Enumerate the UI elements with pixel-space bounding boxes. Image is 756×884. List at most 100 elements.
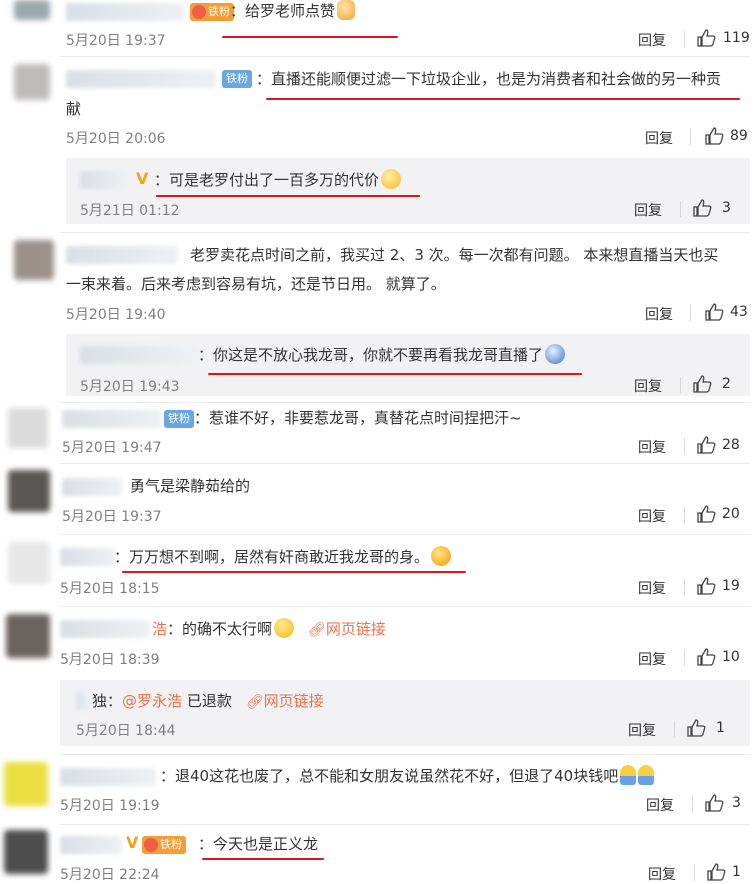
- reply-button[interactable]: 回复: [638, 649, 666, 669]
- username[interactable]: [66, 70, 216, 88]
- fan-badge: 铁粉: [142, 836, 186, 854]
- comment-text: ：退40这花也废了，总不能和女朋友说虽然花不好，但退了40块钱吧: [160, 763, 655, 789]
- reply-button[interactable]: 回复: [638, 30, 666, 50]
- username[interactable]: [66, 3, 184, 21]
- like-thumb-icon[interactable]: [686, 719, 706, 737]
- like-thumb-icon[interactable]: [692, 375, 712, 393]
- username[interactable]: [60, 620, 150, 638]
- fan-badge: 铁粉: [222, 70, 252, 88]
- avatar[interactable]: [8, 470, 50, 512]
- divider: [684, 438, 685, 454]
- username[interactable]: [66, 246, 178, 264]
- avatar[interactable]: [8, 542, 50, 584]
- comment-time: 5月20日 19:19: [60, 798, 160, 814]
- divider: [60, 232, 750, 233]
- avatar[interactable]: [14, 64, 50, 100]
- comment-time: 5月21日 01:12: [80, 203, 180, 219]
- like-count: 1: [716, 720, 725, 736]
- like-count: 2: [722, 376, 731, 392]
- avatar[interactable]: [6, 614, 50, 658]
- like-thumb-icon[interactable]: [696, 29, 716, 47]
- laugh-emoji-icon: [431, 546, 452, 566]
- reply-button[interactable]: 回复: [646, 795, 674, 815]
- comment-time: 5月20日 19:40: [66, 307, 166, 323]
- like-count: 3: [732, 795, 741, 811]
- divider: [60, 402, 750, 403]
- reply-button[interactable]: 回复: [634, 200, 662, 220]
- like-thumb-icon[interactable]: [696, 577, 716, 595]
- username[interactable]: [60, 768, 156, 786]
- username[interactable]: [60, 548, 116, 566]
- like-count: 3: [722, 200, 731, 216]
- reply-button[interactable]: 回复: [628, 720, 656, 740]
- avatar[interactable]: [14, 0, 50, 20]
- comment-text: ：给罗老师点赞: [230, 0, 356, 24]
- like-count: 43: [730, 304, 748, 320]
- divider: [680, 201, 681, 217]
- comment-time: 5月20日 19:37: [62, 509, 162, 525]
- verified-icon: V: [136, 169, 149, 188]
- comment-time: 5月20日 19:43: [80, 379, 180, 395]
- divider: [680, 377, 681, 393]
- reply-button[interactable]: 回复: [638, 437, 666, 457]
- divider: [60, 56, 750, 57]
- like-thumb-icon[interactable]: [706, 863, 726, 881]
- avatar[interactable]: [4, 830, 48, 874]
- like-thumb-icon[interactable]: [696, 436, 716, 454]
- username[interactable]: [76, 692, 90, 710]
- like-thumb-icon[interactable]: [692, 199, 712, 217]
- reply-button[interactable]: 回复: [634, 376, 662, 396]
- comment-time: 5月20日 19:47: [62, 440, 162, 456]
- highlight-underline: [156, 195, 420, 197]
- avatar[interactable]: [4, 762, 48, 806]
- highlight-underline: [202, 858, 324, 860]
- divider: [60, 534, 750, 535]
- comment-text: 老罗卖花点时间之前，我买过 2、3 次。每一次都有问题。 本来想直播当天也买: [190, 246, 719, 264]
- avatar[interactable]: [14, 240, 54, 280]
- comment-text: ：今天也是正义龙: [198, 835, 319, 853]
- fan-badge: 铁粉: [164, 410, 194, 428]
- username[interactable]: [80, 171, 128, 189]
- person-emoji-icon: [638, 765, 655, 785]
- web-link[interactable]: 网页链接: [264, 692, 324, 710]
- comment-text: 浩：的确不太行啊 🔗︎网页链接: [152, 618, 386, 638]
- divider: [684, 650, 685, 666]
- username[interactable]: [80, 346, 196, 364]
- reply-button[interactable]: 回复: [638, 578, 666, 598]
- person-emoji-icon: [620, 765, 637, 785]
- like-count: 89: [730, 128, 748, 144]
- like-thumb-icon[interactable]: [696, 648, 716, 666]
- username[interactable]: [62, 410, 162, 428]
- highlight-underline: [122, 571, 466, 573]
- reply-button[interactable]: 回复: [648, 864, 676, 884]
- like-thumb-icon[interactable]: [696, 505, 716, 523]
- reply-button[interactable]: 回复: [645, 128, 673, 148]
- comment-time: 5月20日 18:44: [76, 723, 176, 739]
- reply-button[interactable]: 回复: [638, 506, 666, 526]
- divider: [690, 129, 691, 145]
- divider: [60, 754, 750, 755]
- link-icon: 🔗︎: [308, 622, 326, 638]
- divider: [684, 579, 685, 595]
- divider: [60, 606, 750, 607]
- username[interactable]: [60, 836, 122, 854]
- verified-icon: V: [126, 833, 139, 852]
- comment-text: ：惹谁不好，非要惹龙哥，真替花点时间捏把汗~: [194, 409, 522, 427]
- divider: [694, 865, 695, 881]
- username[interactable]: [62, 478, 122, 496]
- like-count: 19: [722, 578, 740, 594]
- comment-text-continued: 献: [66, 100, 82, 118]
- like-thumb-icon[interactable]: [704, 794, 724, 812]
- like-count: 10: [722, 649, 740, 665]
- sweat-emoji-icon: [274, 618, 295, 638]
- divider: [674, 721, 675, 737]
- divider: [692, 796, 693, 812]
- like-thumb-icon[interactable]: [704, 303, 724, 321]
- thumb-emoji-icon: [337, 0, 356, 20]
- web-link[interactable]: 网页链接: [326, 620, 386, 638]
- like-thumb-icon[interactable]: [704, 127, 724, 145]
- reply-button[interactable]: 回复: [645, 304, 673, 324]
- comment-text-continued: 一束来着。后来考虑到容易有坑，还是节日用。 就算了。: [66, 275, 446, 293]
- avatar[interactable]: [8, 408, 48, 448]
- comment-text: ：万万想不到啊，居然有奸商敢近我龙哥的身。: [114, 544, 452, 570]
